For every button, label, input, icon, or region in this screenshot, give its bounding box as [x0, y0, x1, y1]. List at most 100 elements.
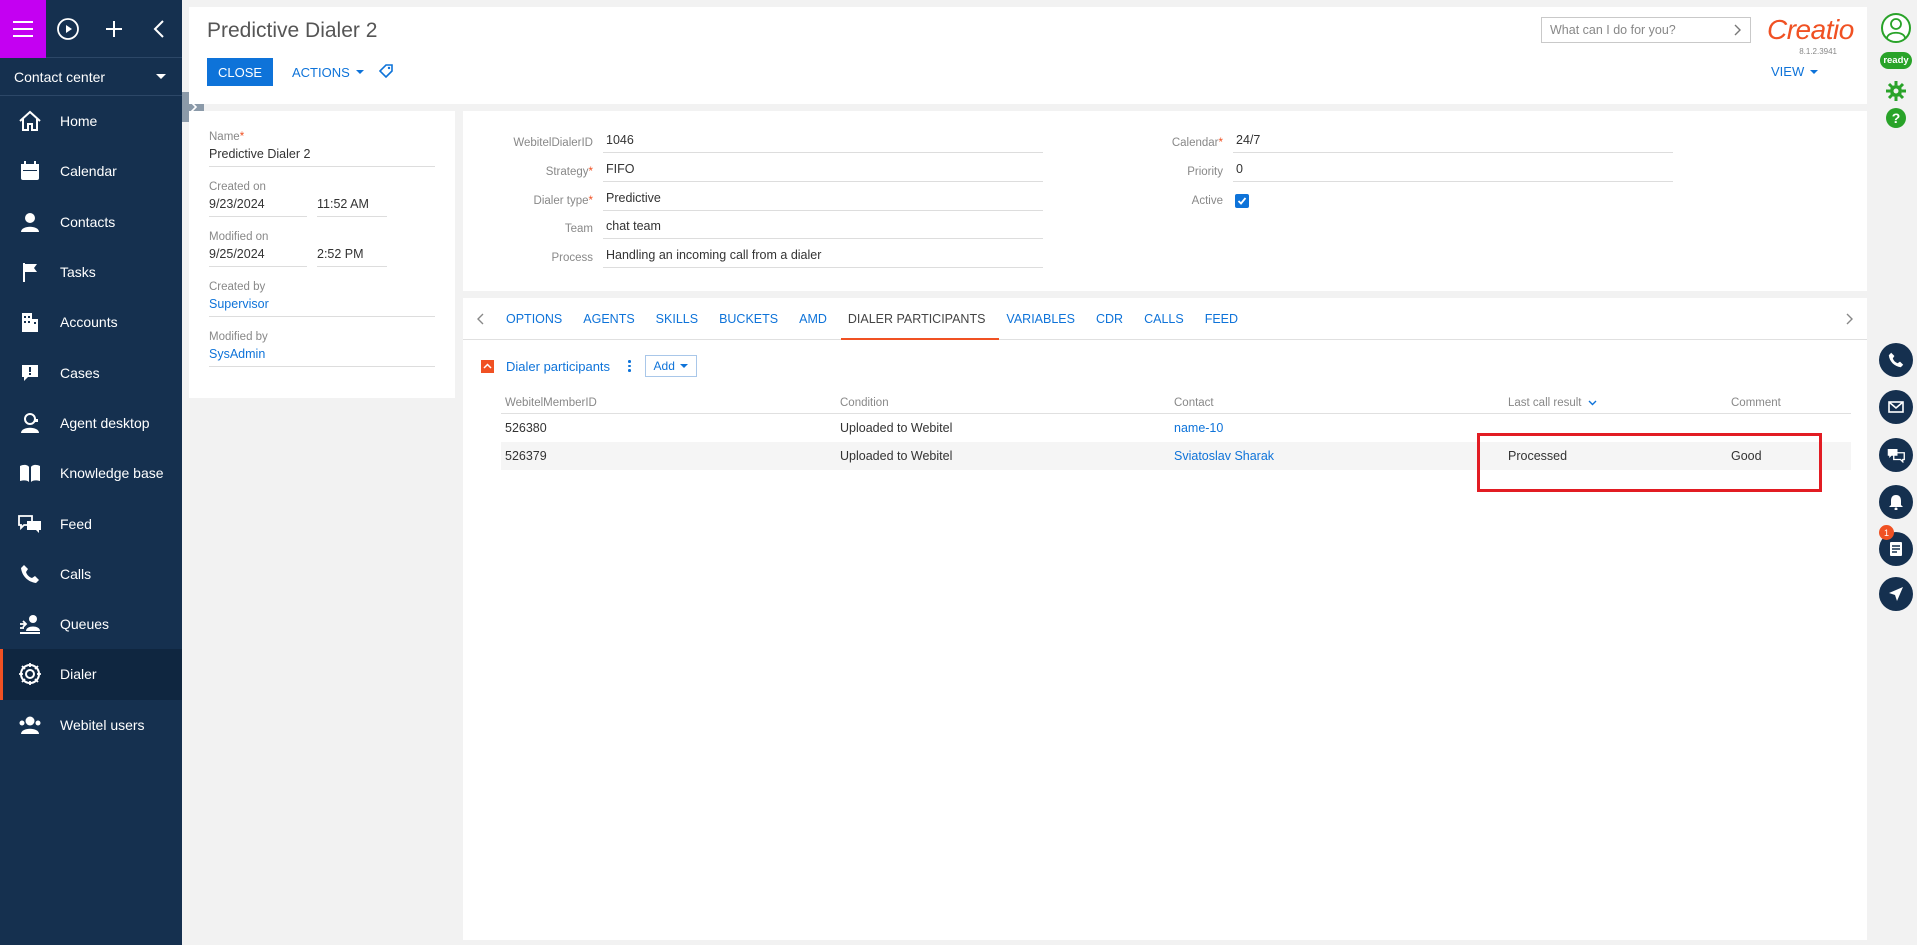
sidebar-item-agent-desktop[interactable]: Agent desktop [0, 398, 182, 448]
dialer-icon [17, 661, 43, 687]
help-icon[interactable]: ? [1878, 100, 1914, 136]
tab-cdr[interactable]: CDR [1089, 298, 1137, 340]
column-header-contact[interactable]: Contact [1170, 397, 1504, 409]
tab-dialer-participants[interactable]: DIALER PARTICIPANTS [840, 298, 1000, 340]
sidebar-item-cases[interactable]: Cases [0, 347, 182, 397]
webitel-dialer-id-field[interactable]: 1046 [603, 133, 1043, 153]
column-header-last-call-result[interactable]: Last call result [1504, 397, 1727, 409]
bell-icon [1879, 485, 1913, 519]
play-icon[interactable] [46, 0, 92, 58]
sidebar-item-label: Calendar [60, 163, 117, 180]
menu-hamburger-icon[interactable] [0, 0, 46, 58]
collapse-sidebar-icon[interactable] [137, 0, 183, 58]
tag-icon[interactable] [378, 64, 393, 81]
column-header-comment[interactable]: Comment [1727, 397, 1851, 409]
status-badge[interactable]: ready [1880, 52, 1912, 69]
cell-contact-link[interactable]: Sviatoslav Sharak [1174, 449, 1274, 463]
calendar-field[interactable]: 24/7 [1233, 133, 1673, 153]
notifications-panel-button[interactable] [1878, 484, 1914, 520]
workplace-label: Contact center [14, 68, 106, 85]
sidebar-item-label: Home [60, 113, 98, 130]
calendar-icon [17, 158, 43, 184]
grid-header: WebitelMemberID Condition Contact Last c… [501, 392, 1851, 414]
command-search-input[interactable]: What can I do for you? [1541, 17, 1751, 43]
sidebar-item-label: Webitel users [60, 716, 145, 733]
cell-condition: Uploaded to Webitel [840, 449, 953, 463]
chevron-down-icon [156, 74, 166, 79]
tab-scroll-left-icon[interactable] [463, 298, 499, 340]
detail-title[interactable]: Dialer participants [506, 359, 610, 374]
process-label: Process [551, 252, 593, 264]
modified-by-link[interactable]: SysAdmin [209, 347, 265, 361]
sidebar-item-label: Agent desktop [60, 414, 150, 431]
tasks-panel-button[interactable]: 1 [1878, 525, 1914, 567]
calendar-label: Calendar* [1171, 137, 1223, 149]
column-header-condition[interactable]: Condition [836, 397, 1170, 409]
view-label: VIEW [1771, 64, 1805, 79]
communication-panel: ready ? 1 [1874, 0, 1917, 945]
sidebar-item-calls[interactable]: Calls [0, 549, 182, 599]
team-label: Team [564, 223, 593, 235]
priority-field[interactable]: 0 [1233, 162, 1673, 182]
sidebar-item-label: Contacts [60, 213, 116, 230]
created-by-link[interactable]: Supervisor [209, 297, 269, 311]
sidebar-item-tasks[interactable]: Tasks [0, 247, 182, 297]
tab-options[interactable]: OPTIONS [499, 298, 576, 340]
queue-icon [17, 611, 43, 637]
sidebar-item-webitel-users[interactable]: Webitel users [0, 700, 182, 750]
close-button[interactable]: CLOSE [207, 58, 274, 86]
tab-agents[interactable]: AGENTS [576, 298, 648, 340]
sidebar-item-feed[interactable]: Feed [0, 498, 182, 548]
active-checkbox[interactable] [1235, 194, 1249, 208]
collapse-icon[interactable] [481, 359, 494, 373]
version-label: 8.1.2.3941 [1799, 47, 1837, 56]
dialer-type-label: Dialer type* [533, 195, 593, 207]
phone-icon [17, 561, 43, 587]
actions-button[interactable]: ACTIONS [284, 58, 372, 86]
kebab-menu-icon[interactable] [628, 360, 631, 372]
created-on-time: 11:52 AM [317, 197, 387, 217]
sidebar-item-calendar[interactable]: Calendar [0, 146, 182, 196]
process-field[interactable]: Handling an incoming call from a dialer [603, 248, 1043, 268]
tab-calls[interactable]: CALLS [1137, 298, 1198, 340]
tab-variables[interactable]: VARIABLES [999, 298, 1089, 340]
cell-contact-link[interactable]: name-10 [1174, 421, 1223, 435]
column-header-member-id[interactable]: WebitelMemberID [501, 397, 836, 409]
sidebar-item-label: Cases [60, 364, 100, 381]
detail-header: Dialer participants Add [481, 355, 697, 377]
phone-panel-button[interactable] [1878, 342, 1914, 378]
tab-feed[interactable]: FEED [1198, 298, 1252, 340]
sidebar-top-bar [0, 0, 182, 58]
plus-icon[interactable] [91, 0, 137, 58]
modified-on-date: 9/25/2024 [209, 247, 307, 267]
detail-panel: OPTIONS AGENTS SKILLS BUCKETS AMD DIALER… [463, 298, 1867, 940]
send-panel-button[interactable] [1878, 576, 1914, 612]
team-field[interactable]: chat team [603, 219, 1043, 239]
dialer-type-field[interactable]: Predictive [603, 191, 1043, 211]
chat-panel-button[interactable] [1878, 437, 1914, 473]
email-panel-button[interactable] [1878, 389, 1914, 425]
add-participant-button[interactable]: Add [644, 355, 697, 377]
chevron-down-icon [679, 364, 688, 368]
sidebar-item-home[interactable]: Home [0, 96, 182, 146]
sidebar-item-accounts[interactable]: Accounts [0, 297, 182, 347]
cell-condition: Uploaded to Webitel [840, 421, 953, 435]
sidebar-item-label: Knowledge base [60, 465, 164, 482]
user-profile-icon[interactable] [1878, 10, 1914, 46]
strategy-field[interactable]: FIFO [603, 162, 1043, 182]
sidebar-item-dialer[interactable]: Dialer [0, 649, 182, 700]
tab-buckets[interactable]: BUCKETS [712, 298, 792, 340]
name-field[interactable]: Predictive Dialer 2 [209, 147, 435, 167]
sidebar-item-contacts[interactable]: Contacts [0, 197, 182, 247]
highlight-annotation-box [1477, 433, 1822, 492]
agent-icon [17, 410, 43, 436]
workplace-selector[interactable]: Contact center [0, 58, 182, 96]
sidebar-item-queues[interactable]: Queues [0, 599, 182, 649]
view-button[interactable]: VIEW [1771, 64, 1819, 79]
tab-skills[interactable]: SKILLS [649, 298, 712, 340]
tab-amd[interactable]: AMD [792, 298, 841, 340]
modified-on-time: 2:52 PM [317, 247, 387, 267]
tab-scroll-right-icon[interactable] [1831, 298, 1867, 340]
sidebar-item-knowledge-base[interactable]: Knowledge base [0, 448, 182, 498]
checkmark-icon [1237, 197, 1247, 205]
